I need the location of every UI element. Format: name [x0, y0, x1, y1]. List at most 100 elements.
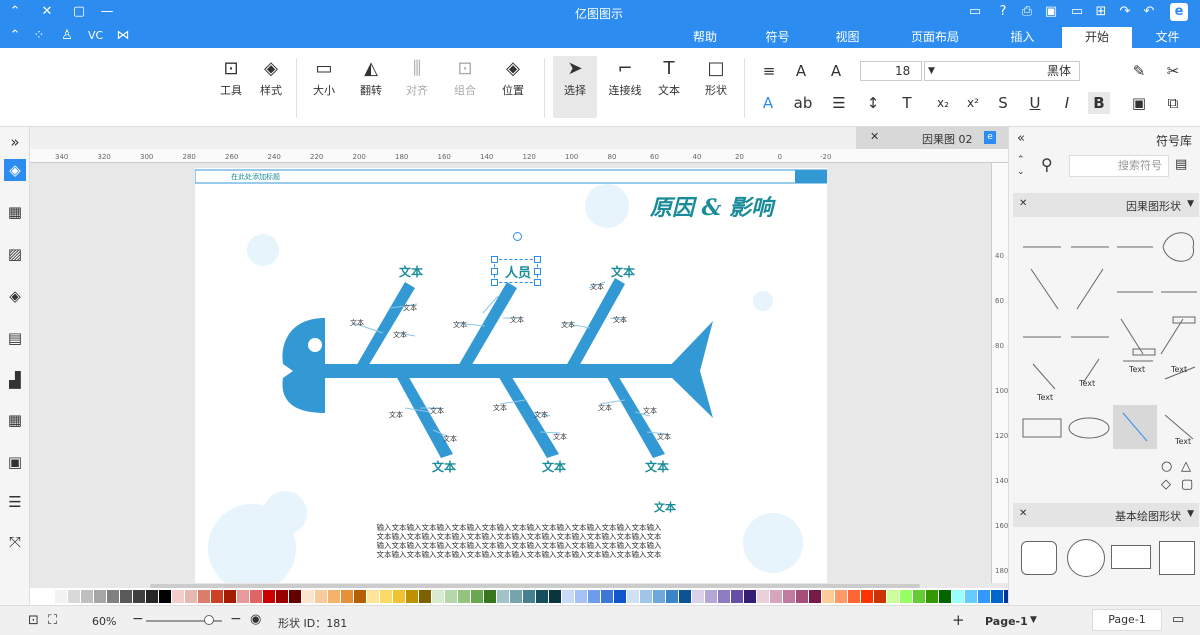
color-swatch[interactable]	[276, 590, 288, 603]
color-swatch[interactable]	[510, 590, 522, 603]
color-swatch[interactable]	[913, 590, 925, 603]
color-swatch[interactable]	[653, 590, 665, 603]
color-swatch[interactable]	[679, 590, 691, 603]
color-swatch[interactable]	[692, 590, 704, 603]
resize-handle[interactable]	[491, 268, 498, 275]
sub-cause-label[interactable]: 文本	[350, 318, 364, 328]
redo-icon[interactable]: ↷	[1116, 3, 1134, 21]
cause-label[interactable]: 文本	[645, 458, 669, 475]
shirt-icon[interactable]: ♙	[58, 27, 76, 45]
menu-start[interactable]: 开始	[1062, 27, 1132, 48]
color-swatch[interactable]	[965, 590, 977, 603]
fit-icon[interactable]: ⤧	[4, 531, 26, 553]
search-input[interactable]: 搜索符号	[1069, 155, 1169, 177]
color-swatch[interactable]	[718, 590, 730, 603]
color-swatch[interactable]	[211, 590, 223, 603]
share-icon[interactable]: ⋈	[114, 27, 132, 45]
sub-cause-label[interactable]: 文本	[443, 434, 457, 444]
color-swatch[interactable]	[744, 590, 756, 603]
color-swatch[interactable]	[848, 590, 860, 603]
collapse-icon[interactable]: ⌃	[6, 3, 24, 21]
sub-cause-label[interactable]: 文本	[430, 406, 444, 416]
chevron-up-icon[interactable]: ⌃	[6, 27, 24, 45]
text-button[interactable]: T 文本	[652, 56, 686, 98]
resize-handle[interactable]	[534, 268, 541, 275]
color-swatch[interactable]	[809, 590, 821, 603]
cause-label[interactable]: 文本	[432, 458, 456, 475]
color-swatch[interactable]	[601, 590, 613, 603]
color-swatch[interactable]	[419, 590, 431, 603]
print-icon[interactable]: ⎙	[1018, 3, 1036, 21]
color-swatch[interactable]	[445, 590, 457, 603]
resize-handle[interactable]	[491, 279, 498, 286]
sub-cause-label[interactable]: 文本	[590, 282, 604, 292]
rounded-square-shape[interactable]	[1021, 541, 1057, 575]
color-swatch[interactable]	[835, 590, 847, 603]
italic-icon[interactable]: I	[1056, 92, 1078, 114]
color-swatch[interactable]	[393, 590, 405, 603]
flip-button[interactable]: ◭ 翻转	[354, 56, 388, 98]
color-swatch[interactable]	[289, 590, 301, 603]
cause-label[interactable]: 文本	[542, 458, 566, 475]
sub-cause-label[interactable]: 文本	[510, 315, 524, 325]
diagram-page[interactable]: 在此处添加标题 原因 & 影响 文本 文本 文本 文本 文本 人员 文本 文本 文本…	[195, 168, 827, 583]
color-swatch[interactable]	[614, 590, 626, 603]
color-swatch[interactable]	[380, 590, 392, 603]
cut-icon[interactable]: ✂	[1162, 60, 1184, 82]
format-icon[interactable]: ☰	[4, 491, 26, 513]
subscript-icon[interactable]: x₂	[932, 92, 954, 114]
cause-shapes-grid[interactable]	[1013, 219, 1199, 479]
position-button[interactable]: ◈ 位置	[496, 56, 530, 98]
zoom-slider[interactable]	[146, 615, 222, 625]
image-icon[interactable]: ▨	[4, 243, 26, 265]
grid-icon[interactable]: ▦	[4, 201, 26, 223]
copy-icon[interactable]: ⧉	[1162, 92, 1184, 114]
zoom-handle[interactable]	[204, 615, 214, 625]
sub-cause-label[interactable]: 文本	[453, 320, 467, 330]
color-swatch[interactable]	[263, 590, 275, 603]
color-swatch[interactable]	[302, 590, 314, 603]
color-swatch[interactable]	[237, 590, 249, 603]
page-icon[interactable]: ▤	[4, 327, 26, 349]
fullscreen-icon[interactable]: ⛶	[48, 613, 57, 628]
color-swatch[interactable]	[731, 590, 743, 603]
rotate-handle[interactable]	[513, 232, 522, 241]
zoom-in-icon[interactable]: −	[230, 611, 242, 627]
color-swatch[interactable]	[562, 590, 574, 603]
line-spacing-icon[interactable]: ↕	[862, 92, 884, 114]
superscript-icon[interactable]: x²	[962, 92, 984, 114]
color-swatch[interactable]	[640, 590, 652, 603]
color-swatch[interactable]	[991, 590, 1003, 603]
document-tab[interactable]: ✕ 因果图 02 e	[856, 127, 1008, 149]
color-swatch[interactable]	[341, 590, 353, 603]
color-swatch[interactable]	[458, 590, 470, 603]
color-swatch[interactable]	[952, 590, 964, 603]
sub-cause-label[interactable]: 文本	[534, 410, 548, 420]
diagram-title[interactable]: 原因 & 影响	[650, 190, 773, 222]
color-swatch[interactable]	[978, 590, 990, 603]
new-icon[interactable]: ⊞	[1092, 3, 1110, 21]
paragraph-icon[interactable]: ≡	[758, 60, 780, 82]
font-shrink-icon[interactable]: A	[790, 60, 812, 82]
section-header-cause[interactable]: ✕ 因果图形状 ▼	[1013, 193, 1199, 217]
apps-icon[interactable]: ⁘	[30, 27, 48, 45]
color-swatch[interactable]	[224, 590, 236, 603]
close-icon[interactable]: ✕	[38, 3, 56, 21]
color-swatch[interactable]	[783, 590, 795, 603]
color-swatch[interactable]	[666, 590, 678, 603]
paste-icon[interactable]: ▣	[1128, 92, 1150, 114]
vc-label[interactable]: VC	[88, 29, 103, 42]
menu-help[interactable]: 帮助	[680, 27, 730, 48]
sub-cause-label[interactable]: 文本	[393, 330, 407, 340]
style-button[interactable]: ◈ 样式	[256, 56, 286, 98]
rectangle-shape[interactable]	[1111, 545, 1151, 569]
color-swatch[interactable]	[367, 590, 379, 603]
color-swatch[interactable]	[42, 590, 54, 603]
strikethrough-icon[interactable]: S	[992, 92, 1014, 114]
color-swatch[interactable]	[523, 590, 535, 603]
color-swatch[interactable]	[575, 590, 587, 603]
library-icon[interactable]: ▤	[1175, 157, 1187, 172]
list-icon[interactable]: ☰	[828, 92, 850, 114]
theme-icon[interactable]: ▣	[4, 451, 26, 473]
restore-icon[interactable]: ▢	[70, 3, 88, 21]
